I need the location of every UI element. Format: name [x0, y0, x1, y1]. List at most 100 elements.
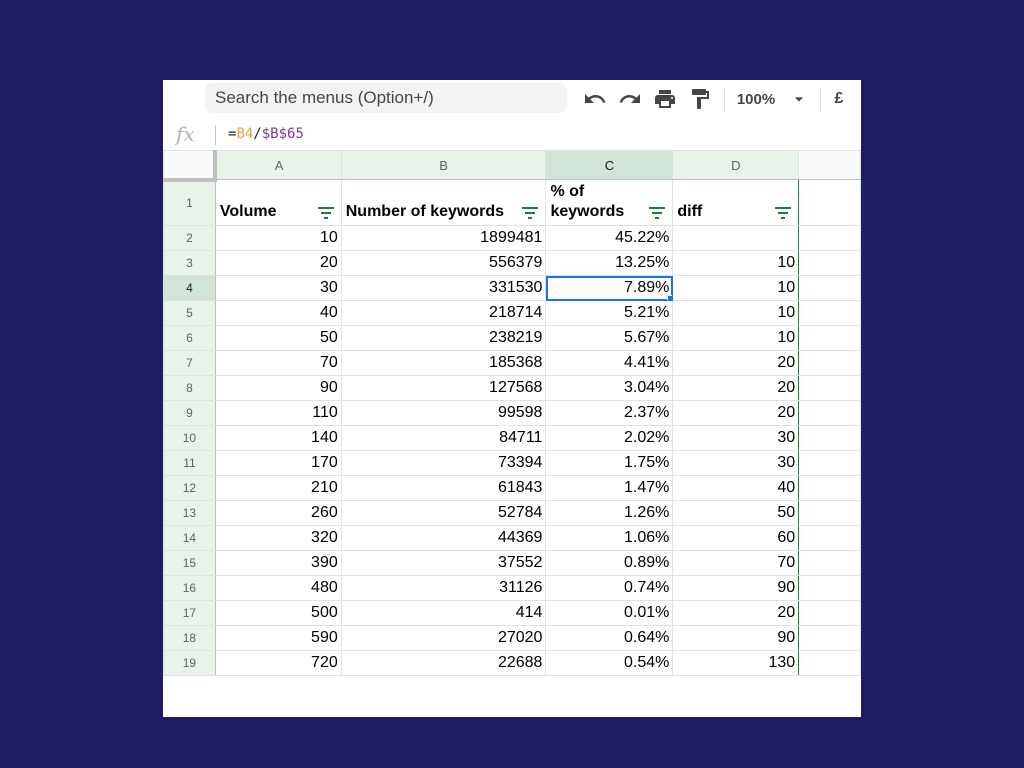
row-header[interactable]: 15	[163, 550, 216, 576]
cell[interactable]	[798, 525, 861, 551]
header-cell-percent-of-keywords[interactable]: % of keywords	[545, 179, 674, 226]
row-header[interactable]: 2	[163, 225, 216, 251]
cell-keywords[interactable]: 22688	[340, 650, 547, 676]
cell-volume[interactable]: 30	[214, 275, 342, 301]
cell-volume[interactable]: 90	[214, 375, 342, 401]
cell-keywords[interactable]: 238219	[340, 325, 547, 351]
cell-percent[interactable]: 2.02%	[545, 425, 674, 451]
cell-percent[interactable]: 5.21%	[545, 300, 674, 326]
paint-format-button[interactable]	[686, 84, 714, 114]
cell-percent[interactable]: 0.54%	[545, 650, 674, 676]
cell-keywords[interactable]: 99598	[340, 400, 547, 426]
filter-icon[interactable]	[317, 207, 335, 219]
column-header-e[interactable]	[798, 150, 861, 180]
cell[interactable]	[798, 600, 861, 626]
cell-percent[interactable]: 0.89%	[545, 550, 674, 576]
cell-volume[interactable]: 20	[214, 250, 342, 276]
cell-volume[interactable]: 70	[214, 350, 342, 376]
cell-diff[interactable]: 10	[672, 325, 800, 351]
cell[interactable]	[798, 625, 861, 651]
header-cell-number-of-keywords[interactable]: Number of keywords	[340, 179, 547, 226]
row-header[interactable]: 3	[163, 250, 216, 276]
column-header-c[interactable]: C	[545, 150, 674, 180]
cell-volume[interactable]: 210	[214, 475, 342, 501]
cell-volume[interactable]: 260	[214, 500, 342, 526]
column-header-b[interactable]: B	[340, 150, 547, 180]
cell-percent[interactable]: 0.74%	[545, 575, 674, 601]
cell-diff[interactable]: 30	[672, 425, 800, 451]
column-header-d[interactable]: D	[672, 150, 800, 180]
cell-volume[interactable]: 480	[214, 575, 342, 601]
cell-percent[interactable]: 1.47%	[545, 475, 674, 501]
cell-diff[interactable]: 20	[672, 350, 800, 376]
cell[interactable]	[798, 500, 861, 526]
select-all-corner[interactable]	[163, 150, 218, 182]
row-header[interactable]: 10	[163, 425, 216, 451]
cell-keywords[interactable]: 27020	[340, 625, 547, 651]
cell[interactable]	[798, 225, 861, 251]
cell-diff[interactable]: 90	[672, 575, 800, 601]
row-header[interactable]: 16	[163, 575, 216, 601]
cell-keywords[interactable]: 73394	[340, 450, 547, 476]
cell-volume[interactable]: 140	[214, 425, 342, 451]
row-header[interactable]: 13	[163, 500, 216, 526]
cell-volume[interactable]: 10	[214, 225, 342, 251]
cell[interactable]	[798, 400, 861, 426]
redo-button[interactable]	[616, 84, 644, 114]
row-header[interactable]: 18	[163, 625, 216, 651]
cell[interactable]	[798, 375, 861, 401]
row-header[interactable]: 6	[163, 325, 216, 351]
cell[interactable]	[798, 300, 861, 326]
cell-volume[interactable]: 590	[214, 625, 342, 651]
cell-percent[interactable]: 3.04%	[545, 375, 674, 401]
cell-volume[interactable]: 390	[214, 550, 342, 576]
cell-keywords[interactable]: 331530	[340, 275, 547, 301]
row-header[interactable]: 12	[163, 475, 216, 501]
cell[interactable]	[798, 350, 861, 376]
filter-icon[interactable]	[774, 207, 792, 219]
undo-button[interactable]	[581, 84, 609, 114]
cell-diff[interactable]: 70	[672, 550, 800, 576]
cell-diff[interactable]: 20	[672, 400, 800, 426]
row-header[interactable]: 1	[163, 179, 216, 226]
cell[interactable]	[798, 650, 861, 676]
cell-percent[interactable]: 2.37%	[545, 400, 674, 426]
cell-keywords[interactable]: 127568	[340, 375, 547, 401]
cell-keywords[interactable]: 84711	[340, 425, 547, 451]
cell-diff[interactable]: 40	[672, 475, 800, 501]
column-header-a[interactable]: A	[214, 150, 342, 180]
cell-keywords[interactable]: 556379	[340, 250, 547, 276]
row-header[interactable]: 11	[163, 450, 216, 476]
cell[interactable]	[798, 550, 861, 576]
cell-percent[interactable]: 5.67%	[545, 325, 674, 351]
cell-volume[interactable]: 720	[214, 650, 342, 676]
cell-diff[interactable]: 50	[672, 500, 800, 526]
currency-format-button[interactable]: £	[827, 84, 851, 114]
cell-volume[interactable]: 320	[214, 525, 342, 551]
row-header[interactable]: 5	[163, 300, 216, 326]
formula-input[interactable]: =B4/$B$65	[228, 126, 304, 142]
cell-volume[interactable]: 40	[214, 300, 342, 326]
print-button[interactable]	[651, 84, 679, 114]
cell-volume[interactable]: 50	[214, 325, 342, 351]
fill-handle[interactable]	[667, 295, 672, 300]
cell-diff[interactable]: 10	[672, 275, 800, 301]
cell-percent[interactable]: 1.06%	[545, 525, 674, 551]
cell-keywords[interactable]: 1899481	[340, 225, 547, 251]
cell-keywords[interactable]: 31126	[340, 575, 547, 601]
row-header[interactable]: 4	[163, 275, 216, 301]
cell-keywords[interactable]: 185368	[340, 350, 547, 376]
filter-icon[interactable]	[521, 207, 539, 219]
filter-icon[interactable]	[648, 207, 666, 219]
cell-volume[interactable]: 500	[214, 600, 342, 626]
cell-percent[interactable]: 13.25%	[545, 250, 674, 276]
cell-keywords[interactable]: 52784	[340, 500, 547, 526]
cell-keywords[interactable]: 37552	[340, 550, 547, 576]
cell[interactable]	[798, 179, 861, 226]
row-header[interactable]: 17	[163, 600, 216, 626]
row-header[interactable]: 7	[163, 350, 216, 376]
cell-volume[interactable]: 110	[214, 400, 342, 426]
row-header[interactable]: 9	[163, 400, 216, 426]
cell-diff[interactable]: 10	[672, 250, 800, 276]
cell[interactable]	[798, 275, 861, 301]
